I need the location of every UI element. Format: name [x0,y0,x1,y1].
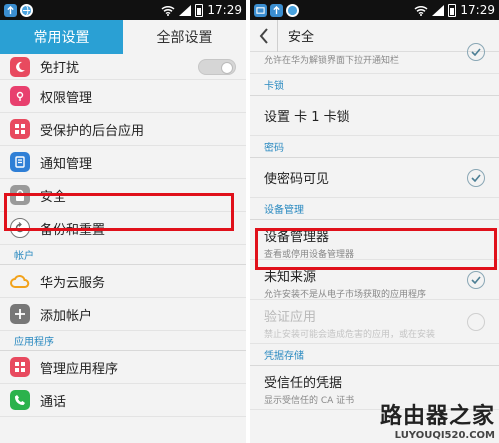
section-header-sim-lock: 卡锁 [250,74,499,96]
image-icon [254,3,267,17]
checkbox-checked[interactable] [467,271,485,289]
list-item-add-account[interactable]: 添加帐户 [0,298,246,331]
list-item-calls[interactable]: 通话 [0,384,246,417]
item-title: 设置 卡 1 卡锁 [264,110,350,125]
browser-icon [20,3,33,17]
item-title: 验证应用 [264,310,317,325]
list-item-label: 通知管理 [40,156,93,172]
page-title: 安全 [288,30,315,45]
tab-common-settings[interactable]: 常用设置 [0,20,123,54]
list-item-backup-reset[interactable]: 备份和重置 [0,212,246,245]
list-item-verify-apps: 验证应用 禁止安装可能会造成危害的应用，或在安装 [250,300,499,344]
watermark: 路由器之家 LUYOUQI520.COM [380,398,495,441]
list-item-label: 安全 [40,189,67,205]
checkbox-checked[interactable] [467,43,485,61]
item-title: 设备管理器 [264,230,330,245]
list-item-label: 添加帐户 [40,308,93,324]
security-header: 安全 [250,19,499,52]
plus-icon [10,304,30,324]
chevron-left-icon [259,27,268,44]
list-item-label: 备份和重置 [40,222,106,238]
list-item-device-administrators[interactable]: 设备管理器 查看或停用设备管理器 [250,220,499,260]
list-item-show-password[interactable]: 使密码可见 [250,158,499,198]
security-screen: 17:29 安全 允许在华为解锁界面下拉开通知栏 卡锁 设置 卡 1 卡锁 密码… [250,0,499,443]
checkbox-checked[interactable] [467,169,485,187]
checkbox-disabled [467,313,485,331]
status-bar: 17:29 [250,0,499,20]
item-subtitle: 查看或停用设备管理器 [264,250,355,260]
list-item-label: 管理应用程序 [40,361,119,377]
wifi-icon [161,5,175,16]
status-bar: 17:29 [0,0,246,20]
back-button[interactable] [250,19,278,52]
clock: 17:29 [207,3,242,17]
watermark-en: LUYOUQI520.COM [394,430,495,441]
list-item-label: 权限管理 [40,90,93,106]
signal-icon [432,4,445,16]
lock-icon [10,185,30,205]
moon-icon [10,56,30,77]
item-title: 未知来源 [264,270,317,285]
battery-icon [195,3,204,17]
tab-all-settings[interactable]: 全部设置 [123,20,246,54]
battery-icon [448,3,457,17]
backup-icon [10,218,30,238]
item-subtitle: 允许在华为解锁界面下拉开通知栏 [264,56,400,66]
list-item-protected-apps[interactable]: 受保护的后台应用 [0,113,246,146]
item-subtitle: 禁止安装可能会造成危害的应用，或在安装 [264,330,436,340]
item-title: 使密码可见 [264,172,330,187]
check-icon [471,276,481,284]
list-item-do-not-disturb[interactable]: 免打扰 [0,54,246,80]
signal-icon [179,4,192,16]
cloud-icon [10,271,30,291]
section-header-credential-storage: 凭据存储 [250,344,499,366]
list-item-permissions[interactable]: 权限管理 [0,80,246,113]
list-item-label: 华为云服务 [40,275,106,291]
do-not-disturb-toggle[interactable] [198,59,236,75]
shield-key-icon [10,86,30,106]
list-item-label: 免打扰 [40,61,80,76]
watermark-cn: 路由器之家 [379,404,495,429]
list-item-unknown-sources[interactable]: 未知来源 允许安装不是从电子市场获取的应用程序 [250,260,499,300]
usb-icon [270,3,283,17]
list-item-sim-lock[interactable]: 设置 卡 1 卡锁 [250,96,499,136]
item-title: 受信任的凭据 [264,376,343,391]
section-header-device-management: 设备管理 [250,198,499,220]
list-item-security[interactable]: 安全 [0,179,246,212]
check-icon [471,174,481,182]
list-item-lockscreen-notifications[interactable]: 允许在华为解锁界面下拉开通知栏 [250,43,499,74]
notification-icon [10,152,30,172]
list-item-label: 通话 [40,394,67,410]
item-subtitle: 允许安装不是从电子市场获取的应用程序 [264,290,427,300]
grid-apps-icon [10,119,30,139]
list-item-label: 受保护的后台应用 [40,123,145,139]
browser-icon [286,3,299,17]
section-header-password: 密码 [250,136,499,158]
apps-icon [10,357,30,377]
settings-list: 免打扰 权限管理 受保护的后台应用 通知管理 安全 备份和重置 帐户 华为云服务… [0,54,246,417]
section-header-accounts: 帐户 [0,245,246,265]
usb-icon [4,3,17,17]
phone-icon [10,390,30,410]
list-item-notifications[interactable]: 通知管理 [0,146,246,179]
list-item-manage-apps[interactable]: 管理应用程序 [0,351,246,384]
clock: 17:29 [460,3,495,17]
wifi-icon [414,5,428,16]
list-item-huawei-cloud[interactable]: 华为云服务 [0,265,246,298]
check-icon [471,48,481,56]
security-list: 允许在华为解锁界面下拉开通知栏 卡锁 设置 卡 1 卡锁 密码 使密码可见 设备… [250,43,499,410]
settings-tabs: 常用设置 全部设置 [0,20,246,54]
section-header-apps: 应用程序 [0,331,246,351]
all-settings-screen: 17:29 常用设置 全部设置 免打扰 权限管理 受保护的后台应用 通知管理 安… [0,0,246,443]
